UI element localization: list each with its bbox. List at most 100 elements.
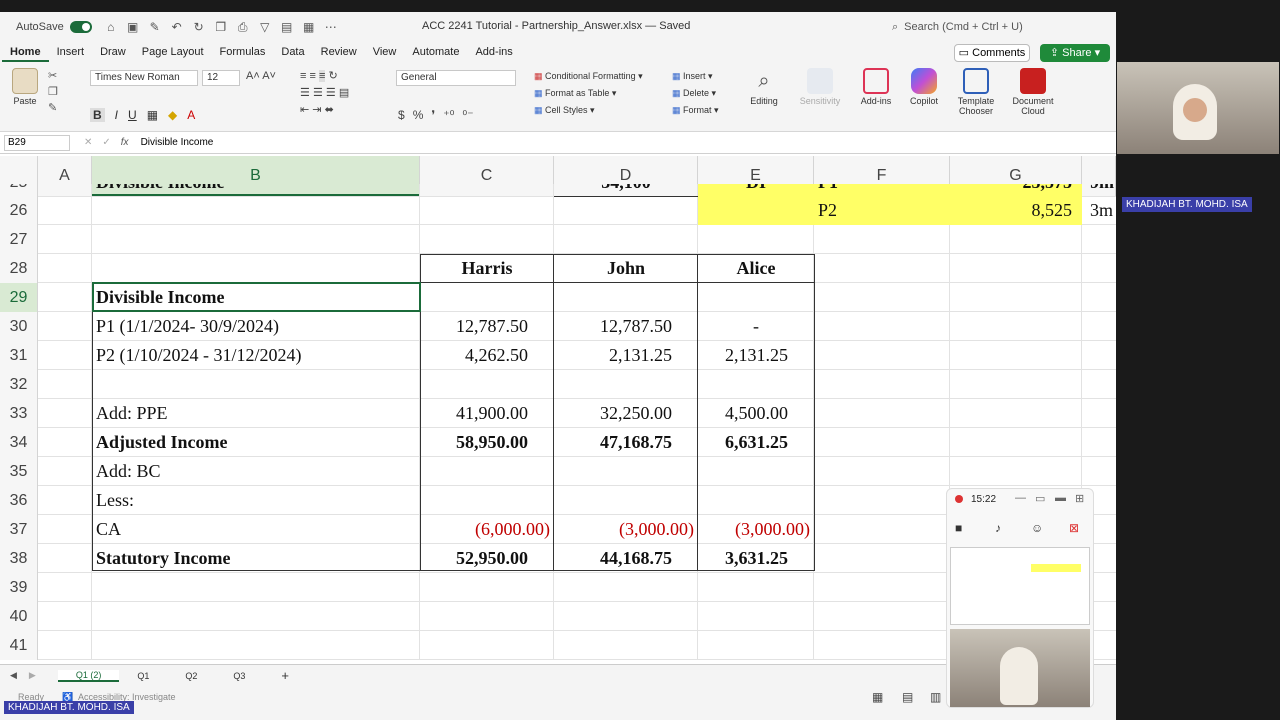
row-header[interactable]: 33 bbox=[0, 399, 38, 428]
grid-view-icon[interactable]: ⊞ bbox=[1075, 492, 1084, 505]
cell-styles-button[interactable]: ▦ Cell Styles ▾ bbox=[534, 102, 643, 119]
add-sheet-button[interactable]: + bbox=[263, 668, 307, 683]
tab-view[interactable]: View bbox=[365, 42, 405, 62]
confirm-icon[interactable]: ✓ bbox=[102, 137, 110, 148]
cell-c41[interactable] bbox=[420, 631, 554, 660]
cell-b41[interactable] bbox=[92, 631, 420, 660]
row-header[interactable]: 38 bbox=[0, 544, 38, 573]
tab-review[interactable]: Review bbox=[313, 42, 365, 62]
wrap-icon[interactable]: ▤ bbox=[339, 87, 349, 99]
row-header[interactable]: 27 bbox=[0, 225, 38, 254]
tab-page-layout[interactable]: Page Layout bbox=[134, 42, 212, 62]
tab-data[interactable]: Data bbox=[273, 42, 312, 62]
font-name-select[interactable]: Times New Roman bbox=[90, 70, 198, 86]
undo-icon[interactable]: ↶ bbox=[170, 20, 184, 34]
row-header[interactable]: 34 bbox=[0, 428, 38, 457]
formula-input[interactable]: Divisible Income bbox=[141, 137, 214, 148]
orientation-icon[interactable]: ↻ bbox=[328, 70, 337, 82]
align-top-icon[interactable]: ≡ bbox=[300, 70, 306, 82]
cell-d37[interactable]: (3,000.00) bbox=[554, 515, 698, 544]
cell-e36[interactable] bbox=[698, 486, 814, 515]
cell-f32[interactable] bbox=[814, 370, 950, 399]
cell-c40[interactable] bbox=[420, 602, 554, 631]
cell-f38[interactable] bbox=[814, 544, 950, 573]
format-button[interactable]: ▦ Format ▾ bbox=[672, 102, 719, 119]
cell-d30[interactable]: 12,787.50 bbox=[554, 312, 698, 341]
row-header[interactable]: 31 bbox=[0, 341, 38, 370]
align-middle-icon[interactable]: ≡ bbox=[309, 70, 315, 82]
border-icon[interactable]: ▦ bbox=[147, 108, 158, 122]
font-color-icon[interactable]: A bbox=[187, 108, 195, 122]
cell-h32[interactable] bbox=[1082, 370, 1116, 399]
comma-icon[interactable]: ❜ bbox=[431, 108, 435, 122]
cell-e28[interactable]: Alice bbox=[698, 254, 814, 283]
redo-icon[interactable]: ↻ bbox=[192, 20, 206, 34]
font-size-select[interactable]: 12 bbox=[202, 70, 240, 86]
cell-c37[interactable]: (6,000.00) bbox=[420, 515, 554, 544]
underline-button[interactable]: U bbox=[128, 108, 137, 122]
cell-c27[interactable] bbox=[420, 225, 554, 254]
page-layout-view-icon[interactable]: ▤ bbox=[902, 690, 913, 704]
row-header[interactable]: 35 bbox=[0, 457, 38, 486]
layout-icon[interactable]: ▬ bbox=[1055, 492, 1066, 504]
cell-f36[interactable] bbox=[814, 486, 950, 515]
indent-increase-icon[interactable]: ⇥ bbox=[312, 104, 321, 116]
cell-e29[interactable] bbox=[698, 283, 814, 312]
participants-icon[interactable]: ☺ bbox=[1031, 521, 1043, 535]
cell-h26[interactable]: 3m bbox=[1082, 196, 1116, 225]
currency-icon[interactable]: $ bbox=[398, 108, 405, 122]
cell-c30[interactable]: 12,787.50 bbox=[420, 312, 554, 341]
row-header[interactable]: 37 bbox=[0, 515, 38, 544]
cell-g31[interactable] bbox=[950, 341, 1082, 370]
cell-f35[interactable] bbox=[814, 457, 950, 486]
sheet-tab-q3[interactable]: Q3 bbox=[215, 671, 263, 681]
copy-icon[interactable]: ❐ bbox=[214, 20, 228, 34]
cell-c31[interactable]: 4,262.50 bbox=[420, 341, 554, 370]
cell-d29[interactable] bbox=[554, 283, 698, 312]
row-header[interactable]: 26 bbox=[0, 196, 38, 225]
format-as-table-button[interactable]: ▦ Format as Table ▾ bbox=[534, 85, 643, 102]
copy-format-icon[interactable]: ❐ bbox=[48, 84, 58, 100]
autosave-toggle[interactable] bbox=[69, 21, 92, 33]
decrease-font-icon[interactable]: A˅ bbox=[262, 70, 276, 82]
cell-c28[interactable]: Harris bbox=[420, 254, 554, 283]
cell-d39[interactable] bbox=[554, 573, 698, 602]
tab-insert[interactable]: Insert bbox=[49, 42, 93, 62]
search-input[interactable]: ⌕ Search (Cmd + Ctrl + U) bbox=[892, 18, 1112, 36]
percent-icon[interactable]: % bbox=[413, 108, 424, 122]
sheet-tab-q2[interactable]: Q2 bbox=[167, 671, 215, 681]
cell-f27[interactable] bbox=[814, 225, 950, 254]
cell-d38[interactable]: 44,168.75 bbox=[554, 544, 698, 573]
insert-button[interactable]: ▦ Insert ▾ bbox=[672, 68, 719, 85]
edit-icon[interactable]: ✎ bbox=[148, 20, 162, 34]
cell-h34[interactable] bbox=[1082, 428, 1116, 457]
prev-sheet-icon[interactable]: ◀ bbox=[10, 670, 17, 681]
camera-icon[interactable]: ■ bbox=[955, 521, 962, 535]
cell-e31[interactable]: 2,131.25 bbox=[698, 341, 814, 370]
cell-d32[interactable] bbox=[554, 370, 698, 399]
cell-d26[interactable] bbox=[554, 196, 698, 225]
cell-e26[interactable] bbox=[698, 196, 814, 225]
cell-d36[interactable] bbox=[554, 486, 698, 515]
cell-e35[interactable] bbox=[698, 457, 814, 486]
merge-icon[interactable]: ⬌ bbox=[325, 104, 334, 116]
cell-h27[interactable] bbox=[1082, 225, 1116, 254]
name-box[interactable]: B29 bbox=[4, 134, 70, 151]
cell-c39[interactable] bbox=[420, 573, 554, 602]
align-left-icon[interactable]: ☰ bbox=[300, 87, 310, 99]
cell-f30[interactable] bbox=[814, 312, 950, 341]
cell-d27[interactable] bbox=[554, 225, 698, 254]
row-header[interactable]: 29 bbox=[0, 283, 38, 312]
page-break-view-icon[interactable]: ▥ bbox=[930, 690, 941, 704]
cell-c26[interactable] bbox=[420, 196, 554, 225]
cell-e32[interactable] bbox=[698, 370, 814, 399]
row-header[interactable]: 36 bbox=[0, 486, 38, 515]
cell-h29[interactable] bbox=[1082, 283, 1116, 312]
cell-c33[interactable]: 41,900.00 bbox=[420, 399, 554, 428]
cell-e38[interactable]: 3,631.25 bbox=[698, 544, 814, 573]
align-bottom-icon[interactable]: ≡ bbox=[318, 70, 326, 82]
cell-g26[interactable]: 8,525 bbox=[950, 196, 1082, 225]
row-header[interactable]: 41 bbox=[0, 631, 38, 660]
cell-c32[interactable] bbox=[420, 370, 554, 399]
table-icon[interactable]: ▦ bbox=[302, 20, 316, 34]
